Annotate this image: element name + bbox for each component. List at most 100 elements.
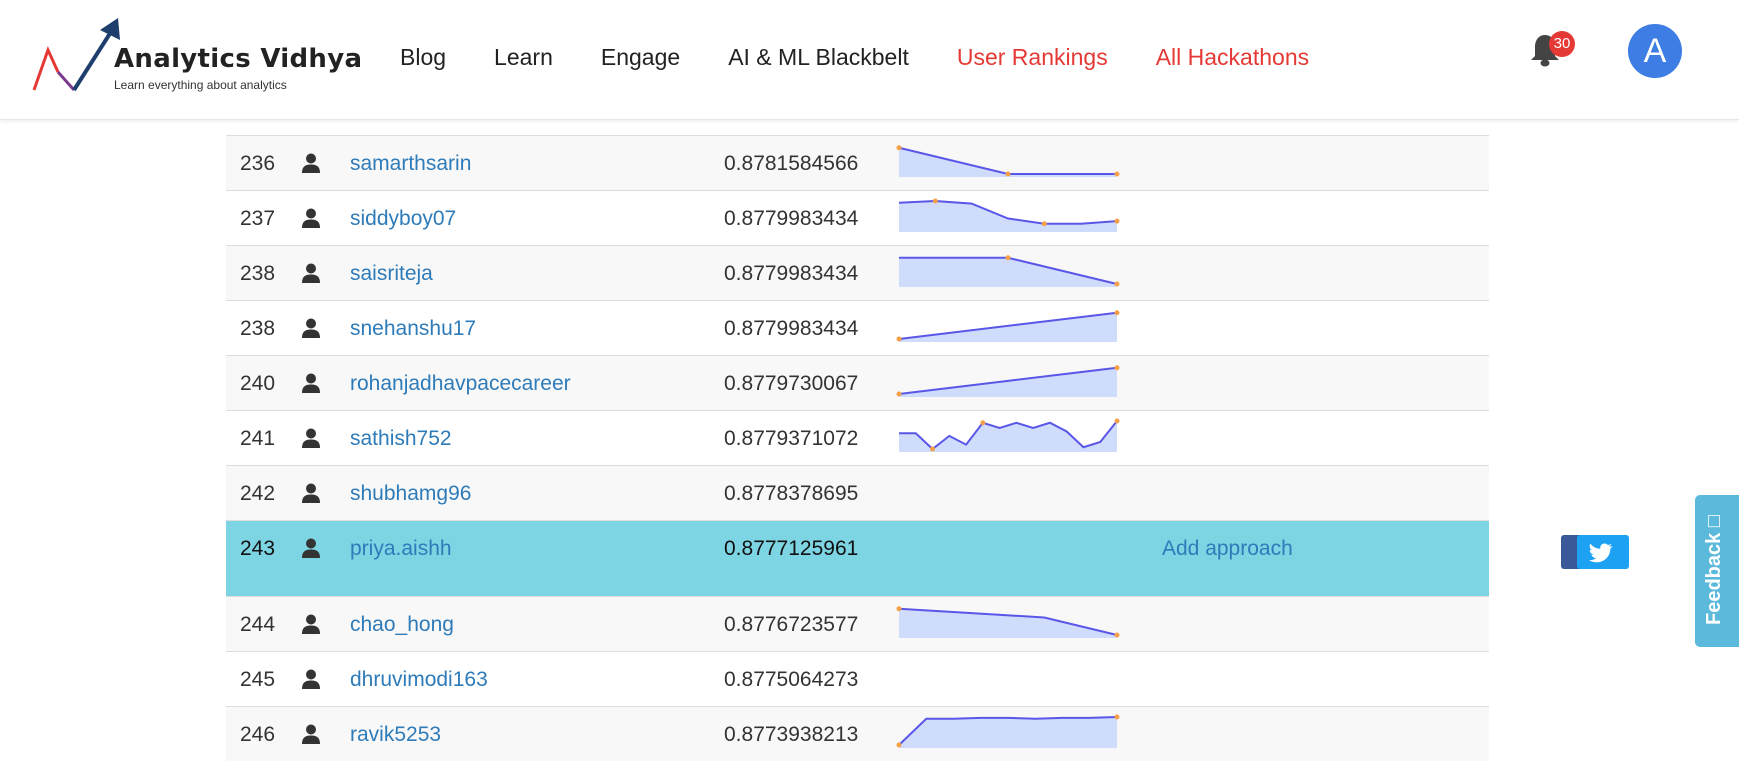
sparkline-point	[1114, 310, 1120, 316]
rank-cell: 241	[240, 427, 276, 450]
table-row: 238 saisriteja 0.8779983434	[226, 245, 1489, 300]
table-row: 238 snehanshu17 0.8779983434	[226, 300, 1489, 355]
rank-cell: 237	[240, 207, 276, 230]
sparkline-point	[896, 606, 902, 612]
table-row: 241 sathish752 0.8779371072	[226, 410, 1489, 465]
username-link[interactable]: sathish752	[350, 411, 452, 466]
sparkline-area	[899, 201, 1117, 232]
rank-cell: 245	[240, 668, 276, 691]
user-icon	[302, 538, 320, 558]
sparkline-point	[1114, 365, 1120, 371]
trend-sparkline	[896, 145, 1120, 177]
user-icon	[302, 208, 320, 228]
rank-cell: 238	[240, 262, 276, 285]
sparkline-point	[1114, 171, 1120, 177]
nav-blog[interactable]: Blog	[400, 42, 446, 72]
trend-sparkline	[899, 418, 1120, 452]
user-icon	[302, 153, 320, 173]
table-row: 242 shubhamg96 0.8778378695	[226, 465, 1489, 520]
score-cell: 0.8779983434	[724, 317, 859, 340]
sparkline-point	[1005, 255, 1011, 261]
score-cell: 0.8773938213	[724, 723, 859, 746]
rank-cell: 238	[240, 317, 276, 340]
rank-cell: 236	[240, 152, 276, 175]
score-cell: 0.8777125961	[724, 537, 859, 560]
sparkline-point	[896, 145, 902, 151]
trend-sparkline	[896, 657, 1120, 701]
table-row: 243 priya.aishh 0.8777125961 Add approac…	[226, 520, 1489, 596]
username-link[interactable]: chao_hong	[350, 597, 454, 652]
nav-engage[interactable]: Engage	[601, 42, 680, 72]
table-row: 236 samarthsarin 0.8781584566	[226, 135, 1489, 190]
table-row: 246 ravik5253 0.8773938213	[226, 706, 1489, 761]
username-link[interactable]: dhruvimodi163	[350, 652, 488, 707]
main-nav: Blog Learn Engage AI & ML Blackbelt User…	[400, 42, 1357, 72]
username-link[interactable]: shubhamg96	[350, 466, 471, 521]
user-icon	[302, 669, 320, 689]
table-row: 245 dhruvimodi163 0.8775064273	[226, 651, 1489, 706]
username-link[interactable]: ravik5253	[350, 707, 441, 762]
trend-sparkline	[896, 310, 1120, 342]
score-cell: 0.8775064273	[724, 668, 859, 691]
score-cell: 0.8779983434	[724, 262, 859, 285]
nav-learn[interactable]: Learn	[494, 42, 553, 72]
sparkline-point	[1114, 418, 1120, 424]
sparkline-point	[932, 198, 938, 204]
logo-tagline: Learn everything about analytics	[114, 78, 287, 92]
add-approach-link[interactable]: Add approach	[1162, 521, 1293, 576]
score-cell: 0.8776723577	[724, 613, 859, 636]
site-header: Analytics Vidhya Learn everything about …	[0, 0, 1739, 120]
table-row: 240 rohanjadhavpacecareer 0.8779730067	[226, 355, 1489, 410]
trend-sparkline	[896, 526, 1120, 570]
sparkline-point	[1005, 171, 1011, 177]
twitter-share-button[interactable]	[1577, 535, 1629, 569]
notification-badge: 30	[1549, 31, 1575, 57]
feedback-tab[interactable]: Feedback □	[1695, 495, 1739, 647]
trend-sparkline	[899, 255, 1120, 287]
sparkline-area	[899, 608, 1117, 638]
username-link[interactable]: siddyboy07	[350, 191, 456, 246]
sparkline-point	[896, 336, 902, 342]
user-icon	[302, 483, 320, 503]
score-cell: 0.8779730067	[724, 372, 859, 395]
sparkline-area	[899, 257, 1117, 287]
rank-cell: 244	[240, 613, 276, 636]
score-cell: 0.8779371072	[724, 427, 859, 450]
nav-blackbelt[interactable]: AI & ML Blackbelt	[728, 42, 909, 72]
sparkline-point	[1114, 281, 1120, 287]
user-icon	[302, 428, 320, 448]
sparkline-point	[896, 742, 902, 748]
trend-sparkline	[896, 471, 1120, 515]
leaderboard-table: 236 samarthsarin 0.8781584566 237 siddyb…	[226, 135, 1489, 761]
nav-user-rankings[interactable]: User Rankings	[957, 42, 1108, 72]
rank-cell: 243	[240, 537, 276, 560]
user-icon	[302, 724, 320, 744]
sparkline-point	[930, 446, 936, 452]
rank-cell: 240	[240, 372, 276, 395]
score-cell: 0.8778378695	[724, 482, 859, 505]
username-link[interactable]: samarthsarin	[350, 136, 471, 191]
sparkline-area	[899, 717, 1117, 748]
rank-cell: 242	[240, 482, 276, 505]
username-link[interactable]: snehanshu17	[350, 301, 476, 356]
sparkline-point	[1041, 221, 1047, 227]
sparkline-point	[896, 391, 902, 397]
user-icon	[302, 318, 320, 338]
trend-sparkline	[898, 198, 1120, 232]
score-cell: 0.8779983434	[724, 207, 859, 230]
trend-sparkline	[896, 365, 1120, 397]
username-link[interactable]: rohanjadhavpacecareer	[350, 356, 571, 411]
user-icon	[302, 373, 320, 393]
nav-all-hackathons[interactable]: All Hackathons	[1156, 42, 1309, 72]
site-logo[interactable]: Analytics Vidhya Learn everything about …	[32, 18, 362, 98]
table-row: 237 siddyboy07 0.8779983434	[226, 190, 1489, 245]
username-link[interactable]: saisriteja	[350, 246, 433, 301]
user-avatar[interactable]: A	[1628, 24, 1682, 78]
table-row: 244 chao_hong 0.8776723577	[226, 596, 1489, 651]
rank-cell: 246	[240, 723, 276, 746]
sparkline-point	[1114, 218, 1120, 224]
trend-sparkline	[896, 606, 1120, 638]
username-link[interactable]: priya.aishh	[350, 521, 452, 576]
trend-sparkline	[896, 714, 1120, 748]
twitter-icon	[1589, 543, 1613, 563]
